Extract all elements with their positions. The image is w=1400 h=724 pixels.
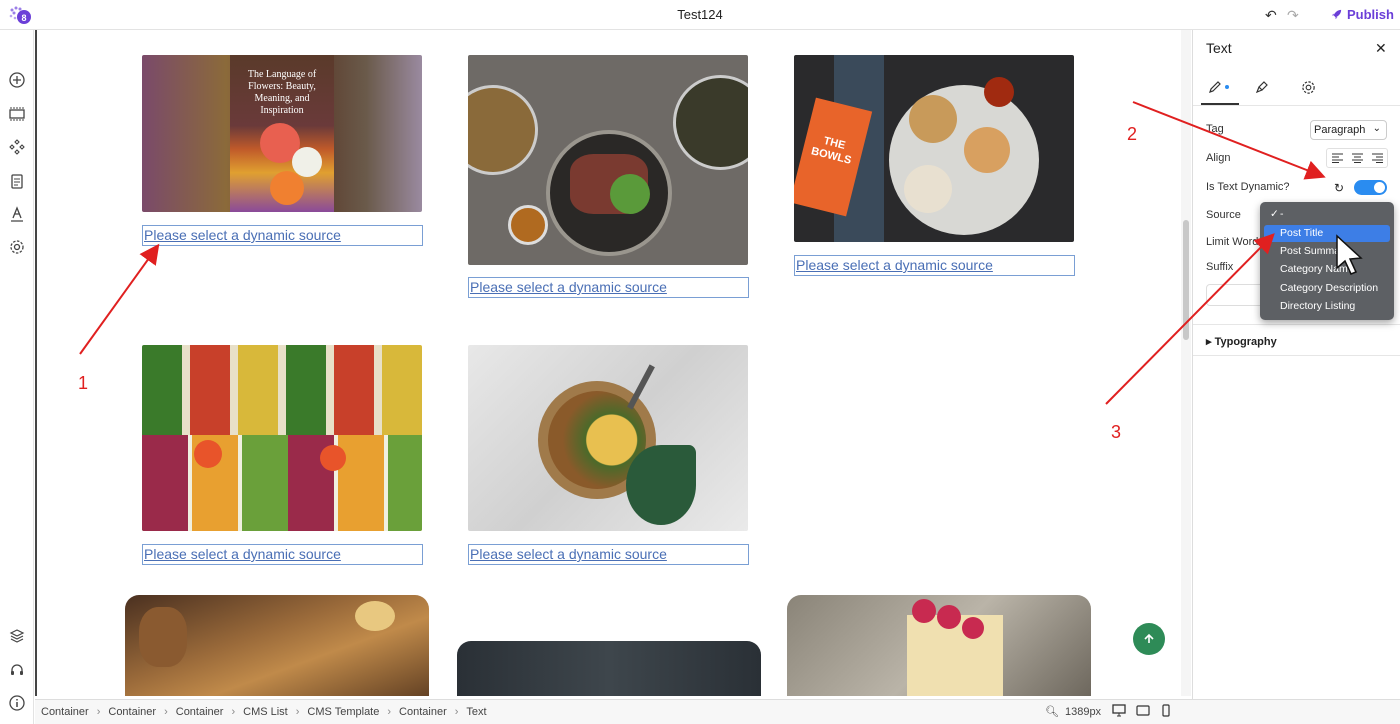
dropdown-option[interactable]: Directory Listing: [1264, 298, 1390, 315]
tablet-icon[interactable]: [1136, 704, 1150, 717]
tag-select[interactable]: Paragraph ⌄: [1310, 120, 1387, 140]
typography-label: Typography: [1214, 336, 1277, 348]
source-dropdown[interactable]: ✓ - Post Title Post Summary Category Name…: [1260, 202, 1394, 320]
arrow-up-icon: [1144, 633, 1154, 643]
breadcrumb-item[interactable]: Container: [108, 706, 156, 718]
limit-words-label: Limit Words: [1206, 236, 1264, 248]
pencil-icon: [1208, 81, 1221, 93]
align-buttons: [1326, 148, 1388, 168]
card-image-steak[interactable]: [468, 55, 748, 265]
annotation-label-2: 2: [1127, 124, 1138, 144]
publish-button[interactable]: Publish: [1330, 7, 1394, 22]
annotation-label-3: 3: [1111, 422, 1122, 442]
suffix-label: Suffix: [1206, 261, 1234, 273]
pages-icon[interactable]: [8, 172, 26, 190]
chevron-right-icon: ›: [387, 706, 392, 718]
top-bar: 8 Test124 ↶ ↷ Publish: [0, 0, 1400, 30]
annotation-label-1: 1: [78, 373, 89, 393]
dynamic-toggle[interactable]: [1354, 180, 1387, 195]
dropdown-option[interactable]: ✓ -: [1264, 206, 1390, 223]
components-icon[interactable]: [8, 138, 26, 156]
close-icon[interactable]: ✕: [1375, 40, 1387, 57]
breadcrumb-item[interactable]: CMS Template: [307, 706, 379, 718]
dynamic-text-4[interactable]: Please select a dynamic source: [142, 544, 423, 565]
card-image-grill[interactable]: [125, 595, 429, 696]
card-image-vegetables[interactable]: [142, 345, 422, 531]
book-cover: The Language of Flowers: Beauty, Meaning…: [230, 55, 334, 212]
breadcrumb-item[interactable]: Text: [466, 706, 486, 718]
undo-icon[interactable]: ↶: [1265, 7, 1277, 24]
zoom-value: 1389px: [1064, 705, 1102, 718]
suffix-input[interactable]: [1206, 284, 1266, 306]
rocket-icon: [1331, 9, 1342, 20]
dynamic-label: Is Text Dynamic?: [1206, 181, 1290, 193]
align-center-icon[interactable]: [1347, 149, 1367, 167]
breadcrumb-item[interactable]: Container: [41, 706, 89, 718]
left-toolbar: [0, 30, 34, 724]
chevron-down-icon: ⌄: [1372, 123, 1381, 134]
card-image-bowls[interactable]: THE BOWLS: [794, 55, 1074, 242]
chevron-right-icon: ›: [231, 706, 236, 718]
breadcrumb-item[interactable]: Container: [399, 706, 447, 718]
search-icon: 🔍︎: [1045, 706, 1059, 718]
properties-panel: Text ✕ Tag Paragraph ⌄ Align Is Text Dyn…: [1192, 30, 1400, 724]
tag-label: Tag: [1206, 123, 1224, 135]
typography-icon[interactable]: [8, 205, 26, 223]
source-label: Source: [1206, 209, 1241, 221]
tab-settings[interactable]: [1297, 78, 1319, 96]
redo-icon[interactable]: ↷: [1287, 7, 1299, 24]
dynamic-text-2[interactable]: Please select a dynamic source: [468, 277, 749, 298]
dropdown-option-highlighted[interactable]: Post Title: [1264, 225, 1390, 242]
check-icon: ✓: [1270, 208, 1279, 220]
gear-icon: [1301, 80, 1315, 94]
card-image-salad[interactable]: [468, 345, 748, 531]
refresh-icon[interactable]: ↻: [1334, 181, 1344, 195]
scroll-top-button[interactable]: [1133, 623, 1165, 655]
chevron-right-icon: ›: [454, 706, 459, 718]
dropdown-option[interactable]: Category Name: [1264, 261, 1390, 278]
settings-icon[interactable]: [8, 238, 26, 256]
tab-content[interactable]: [1207, 78, 1229, 96]
typography-section[interactable]: ▸ Typography: [1206, 335, 1277, 348]
zoom-readout[interactable]: 🔍︎ 1389px: [1045, 705, 1102, 719]
status-bar: Container › Container › Container › CMS Lis…: [35, 699, 1400, 724]
design-canvas[interactable]: The Language of Flowers: Beauty, Meaning…: [35, 30, 1180, 696]
dynamic-text-1[interactable]: Please select a dynamic source: [142, 225, 423, 246]
align-label: Align: [1206, 152, 1231, 164]
breadcrumb: Container › Container › Container › CMS Lis…: [41, 706, 487, 718]
panel-title: Text: [1206, 40, 1232, 56]
book-title: The Language of Flowers: Beauty, Meaning…: [247, 69, 317, 116]
canvas-scrollbar[interactable]: [1181, 30, 1191, 696]
layout-icon[interactable]: [8, 105, 26, 123]
dropdown-option[interactable]: Category Description: [1264, 280, 1390, 297]
breadcrumb-item[interactable]: CMS List: [243, 706, 288, 718]
card-image-flowers[interactable]: The Language of Flowers: Beauty, Meaning…: [142, 55, 422, 212]
active-dot: [1224, 85, 1229, 89]
tab-style[interactable]: [1251, 78, 1273, 96]
info-icon[interactable]: [8, 694, 26, 712]
dynamic-text-5[interactable]: Please select a dynamic source: [468, 544, 749, 565]
publish-label: Publish: [1347, 7, 1394, 22]
mobile-icon[interactable]: [1160, 704, 1172, 717]
dropdown-option[interactable]: Post Summary: [1264, 243, 1390, 260]
scroll-thumb[interactable]: [1183, 220, 1189, 340]
chevron-right-icon: ›: [295, 706, 300, 718]
add-icon[interactable]: [8, 71, 26, 89]
document-title: Test124: [677, 7, 723, 22]
breadcrumb-item[interactable]: Container: [176, 706, 224, 718]
card-image-cake[interactable]: [787, 595, 1091, 696]
chevron-right-icon: ›: [164, 706, 168, 718]
support-icon[interactable]: [8, 661, 26, 679]
dynamic-text-3[interactable]: Please select a dynamic source: [794, 255, 1075, 276]
brush-icon: [1255, 81, 1268, 94]
card-image-dark[interactable]: [457, 641, 761, 696]
align-left-icon[interactable]: [1327, 149, 1347, 167]
layers-icon[interactable]: [8, 627, 26, 645]
chevron-right-icon: ›: [96, 706, 101, 718]
desktop-icon[interactable]: [1112, 704, 1126, 717]
align-right-icon[interactable]: [1367, 149, 1387, 167]
tag-value: Paragraph: [1314, 124, 1366, 136]
caret-right-icon: ▸: [1206, 336, 1215, 348]
device-switcher: [1112, 704, 1172, 717]
